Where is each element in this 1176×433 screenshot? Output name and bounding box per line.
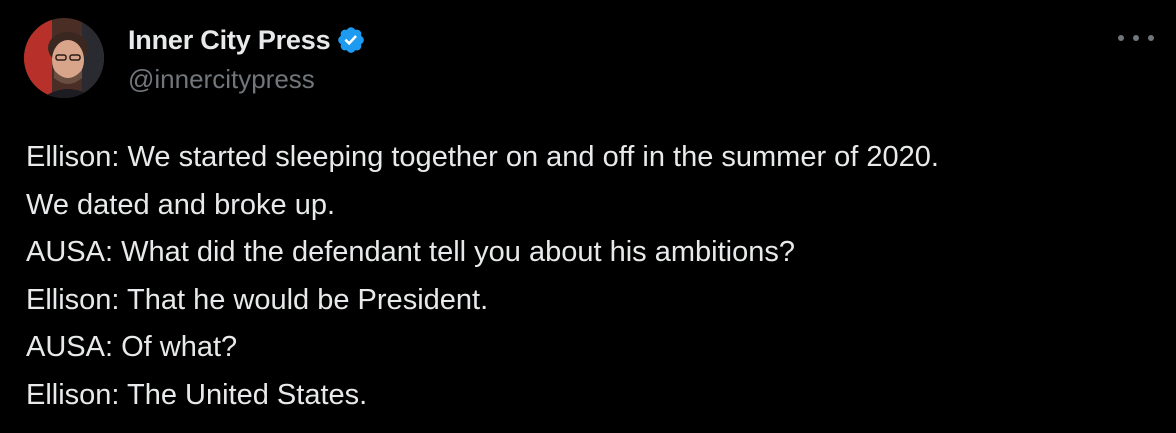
tweet-card: Inner City Press @innercitypress Ellison… [0, 0, 1176, 433]
more-horizontal-icon[interactable] [1118, 26, 1154, 50]
author-display-name[interactable]: Inner City Press [128, 25, 331, 56]
verified-badge-icon[interactable] [336, 25, 366, 55]
author-handle[interactable]: @innercitypress [128, 64, 315, 95]
tweet-line: Ellison: The United States. [26, 378, 368, 411]
tweet-line: AUSA: Of what? [26, 331, 238, 364]
author-name-row: Inner City Press [128, 24, 366, 56]
tweet-text: Ellison: We started sleeping together on… [26, 134, 1156, 420]
tweet-line: We dated and broke up. [26, 188, 336, 221]
tweet-line: AUSA: What did the defendant tell you ab… [26, 236, 795, 269]
author-avatar[interactable] [24, 18, 104, 98]
avatar-photo [24, 18, 104, 98]
tweet-line: Ellison: That he would be President. [26, 283, 489, 316]
tweet-line: Ellison: We started sleeping together on… [26, 141, 939, 173]
